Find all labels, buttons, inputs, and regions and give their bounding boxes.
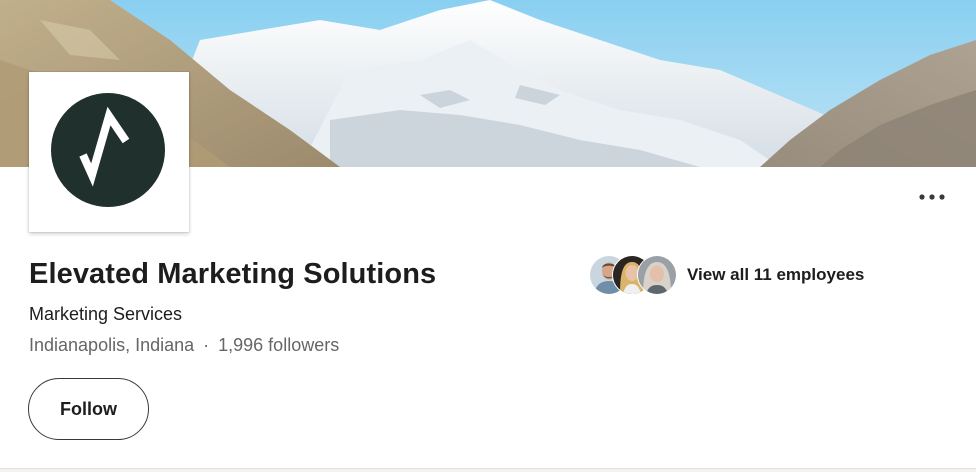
company-industry: Marketing Services (29, 304, 183, 324)
company-header-card: Elevated Marketing Solutions Marketing S… (0, 0, 976, 469)
ellipsis-icon (919, 194, 945, 200)
company-logo[interactable] (29, 72, 189, 232)
company-name: Elevated Marketing Solutions (29, 258, 437, 290)
view-employees-label: View all 11 employees (687, 265, 865, 284)
view-employees-link[interactable]: View all 11 employees (589, 255, 864, 295)
company-meta: Indianapolis, Indiana · 1,996 followers (29, 335, 339, 356)
employee-avatar-3 (637, 255, 677, 295)
more-options-button[interactable] (912, 186, 952, 208)
company-followers: 1,996 followers (218, 335, 340, 355)
elevated-logo-icon (51, 93, 165, 207)
meta-separator: · (203, 335, 210, 355)
follow-button[interactable]: Follow (28, 378, 149, 440)
company-location: Indianapolis, Indiana (29, 335, 195, 355)
employee-avatars (589, 255, 679, 295)
